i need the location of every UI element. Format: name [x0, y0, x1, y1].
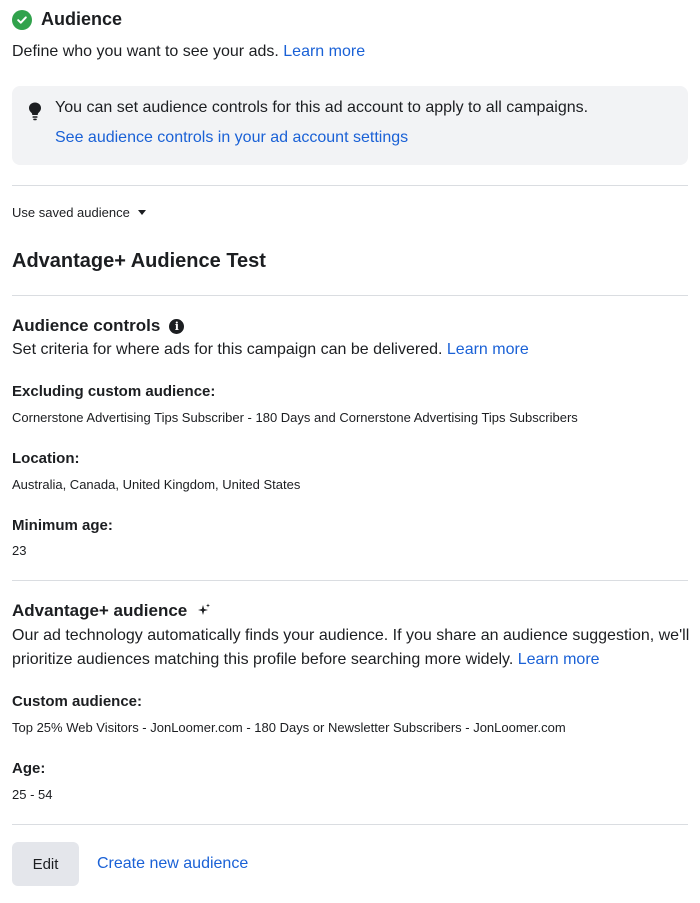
divider: [12, 824, 688, 825]
sparkle-icon: [197, 603, 211, 620]
age-label: Age:: [12, 760, 46, 777]
intro-learn-more-link[interactable]: Learn more: [283, 43, 365, 60]
create-new-audience-link[interactable]: Create new audience: [97, 855, 248, 873]
advantage-audience-header: Advantage+ audience: [12, 601, 211, 621]
audience-controls-header: Audience controls i: [12, 316, 185, 336]
minimum-age-label: Minimum age:: [12, 517, 113, 534]
section-header: Audience: [12, 9, 122, 30]
divider: [12, 580, 688, 581]
edit-button[interactable]: Edit: [12, 842, 79, 886]
custom-audience-value: Top 25% Web Visitors - JonLoomer.com - 1…: [12, 720, 566, 735]
intro-text: Define who you want to see your ads. Lea…: [12, 43, 365, 61]
location-value: Australia, Canada, United Kingdom, Unite…: [12, 477, 301, 492]
info-icon[interactable]: i: [169, 318, 185, 334]
advantage-audience-title: Advantage+ audience: [12, 601, 188, 620]
excluding-audience-value: Cornerstone Advertising Tips Subscriber …: [12, 410, 578, 425]
age-value: 25 - 54: [12, 787, 53, 802]
controls-description-text: Set criteria for where ads for this camp…: [12, 341, 443, 358]
section-title: Audience: [41, 9, 123, 29]
saved-audience-dropdown[interactable]: Use saved audience: [12, 205, 146, 220]
minimum-age-value: 23: [12, 543, 27, 558]
saved-audience-label: Use saved audience: [12, 205, 130, 220]
notice-text: You can set audience controls for this a…: [55, 99, 589, 116]
advantage-audience-description: Our ad technology automatically finds yo…: [12, 624, 692, 672]
audience-controls-title: Audience controls: [12, 316, 161, 335]
audience-controls-description: Set criteria for where ads for this camp…: [12, 338, 692, 362]
ad-account-settings-link[interactable]: See audience controls in your ad account…: [55, 129, 408, 147]
caret-down-icon: [137, 210, 146, 215]
lightbulb-icon: [27, 101, 43, 121]
controls-learn-more-link[interactable]: Learn more: [447, 341, 529, 358]
custom-audience-label: Custom audience:: [12, 693, 143, 710]
divider: [12, 185, 688, 186]
location-label: Location:: [12, 450, 80, 467]
advantage-learn-more-link[interactable]: Learn more: [518, 651, 600, 668]
divider: [12, 295, 688, 296]
intro-description: Define who you want to see your ads.: [12, 43, 279, 60]
audience-panel: Audience Define who you want to see your…: [0, 0, 700, 903]
saved-audience-name: Advantage+ Audience Test: [12, 250, 266, 272]
audience-controls-notice: You can set audience controls for this a…: [12, 86, 688, 165]
excluding-audience-label: Excluding custom audience:: [12, 383, 216, 400]
check-circle-icon: [12, 9, 32, 30]
